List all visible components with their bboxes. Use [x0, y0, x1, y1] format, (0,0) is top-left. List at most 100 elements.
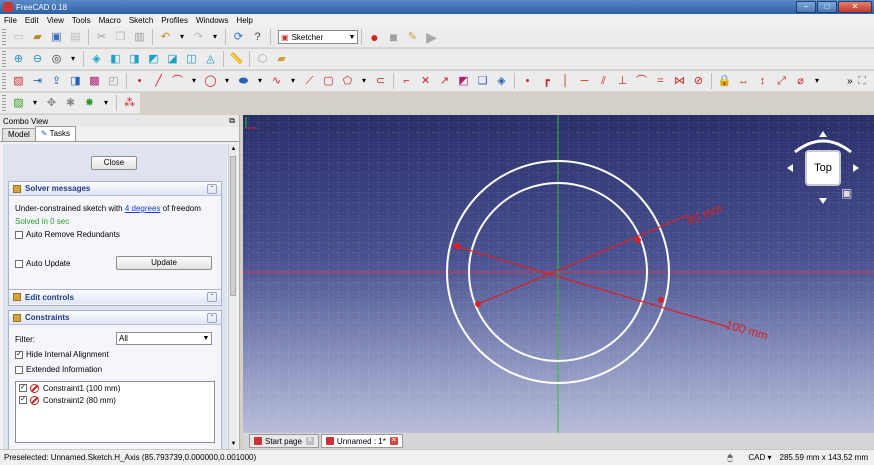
constrain-vertical-distance-icon[interactable]: ↕: [755, 73, 771, 89]
auto-remove-redundants-checkbox[interactable]: Auto Remove Redundants: [15, 230, 120, 239]
close-tab-icon[interactable]: ✕: [389, 437, 398, 445]
select-conflicting-icon[interactable]: ✸: [82, 95, 98, 111]
menu-help[interactable]: Help: [232, 16, 256, 25]
circle-dropdown-icon[interactable]: ▾: [222, 73, 233, 89]
list-item[interactable]: ✓ Constraint1 (100 mm): [16, 382, 214, 394]
undo-icon[interactable]: ↶: [158, 29, 174, 45]
macro-stop-icon[interactable]: ■: [386, 29, 402, 45]
degrees-of-freedom-link[interactable]: 4 degrees: [125, 204, 161, 213]
slot-icon[interactable]: ⊂: [373, 73, 389, 89]
view-left-icon[interactable]: ◬: [203, 51, 219, 67]
redo-dropdown-icon[interactable]: ▾: [210, 29, 221, 45]
close-window-button[interactable]: ✕: [838, 1, 872, 13]
update-button[interactable]: Update: [116, 256, 212, 270]
navigation-cube[interactable]: Top ▣: [787, 131, 859, 204]
view-sketch-icon[interactable]: ⇪: [49, 73, 65, 89]
menu-tools[interactable]: Tools: [68, 16, 95, 25]
scroll-up-icon[interactable]: ▲: [229, 144, 238, 154]
bspline-icon[interactable]: ∿: [269, 73, 285, 89]
view-bottom-icon[interactable]: ◫: [184, 51, 200, 67]
sketch-canvas[interactable]: 100 mm 80 mm: [243, 115, 874, 433]
save-icon[interactable]: ▣: [49, 29, 65, 45]
constrain-symmetric-icon[interactable]: ⋈: [672, 73, 688, 89]
navcube-face[interactable]: Top: [805, 150, 841, 186]
view-isometric-icon[interactable]: ◈: [89, 51, 105, 67]
draw-style-icon[interactable]: ◎: [49, 51, 65, 67]
arc-dropdown-icon[interactable]: ▾: [189, 73, 200, 89]
arc-icon[interactable]: ⌒: [170, 73, 186, 89]
new-sketch-icon[interactable]: ▧: [11, 73, 27, 89]
constrain-lock-icon[interactable]: 🔒: [717, 73, 733, 89]
polygon-dropdown-icon[interactable]: ▾: [359, 73, 370, 89]
snap-icon[interactable]: ⛶: [854, 73, 870, 89]
view-right-icon[interactable]: ◩: [146, 51, 162, 67]
polyline-icon[interactable]: ⟋: [302, 73, 318, 89]
constrain-point-on-object-icon[interactable]: ┏: [539, 73, 555, 89]
refresh-icon[interactable]: ⟳: [231, 29, 247, 45]
constrain-equal-icon[interactable]: =: [653, 73, 669, 89]
float-panel-icon[interactable]: ⧉: [229, 116, 235, 126]
auto-update-checkbox[interactable]: Auto Update: [15, 259, 70, 268]
close-task-button[interactable]: Close: [91, 156, 137, 170]
cut-icon[interactable]: ✂: [94, 29, 110, 45]
menu-file[interactable]: File: [0, 16, 21, 25]
external-geometry-icon[interactable]: ◩: [456, 73, 472, 89]
menu-profiles[interactable]: Profiles: [157, 16, 192, 25]
toolbar-grip[interactable]: [2, 29, 6, 45]
tab-model[interactable]: Model: [2, 128, 36, 141]
toggle-driving-icon[interactable]: ▨: [11, 95, 27, 111]
bspline-tools-icon[interactable]: ⁂: [122, 95, 138, 111]
construction-mode-icon[interactable]: ◈: [494, 73, 510, 89]
measure-icon[interactable]: 📏: [229, 51, 245, 67]
navigation-style-button[interactable]: CAD ▾: [740, 453, 771, 462]
conic-dropdown-icon[interactable]: ▾: [255, 73, 266, 89]
line-icon[interactable]: ╱: [151, 73, 167, 89]
maximize-button[interactable]: □: [817, 1, 837, 13]
view-top-icon[interactable]: ◨: [127, 51, 143, 67]
extended-information-checkbox[interactable]: Extended Information: [15, 365, 102, 374]
tab-tasks[interactable]: ✎ Tasks: [34, 126, 77, 141]
carbon-copy-icon[interactable]: ❏: [475, 73, 491, 89]
toolbar-grip[interactable]: [2, 95, 6, 111]
scroll-thumb[interactable]: [230, 156, 236, 296]
workbench-selector[interactable]: ▣ Sketcher ▼: [278, 30, 358, 44]
view-front-icon[interactable]: ◧: [108, 51, 124, 67]
menu-edit[interactable]: Edit: [21, 16, 43, 25]
constrain-horizontal-icon[interactable]: ─: [577, 73, 593, 89]
view-section-icon[interactable]: ◨: [68, 73, 84, 89]
menu-macro[interactable]: Macro: [95, 16, 125, 25]
trim-icon[interactable]: ✕: [418, 73, 434, 89]
collapse-chevron-icon[interactable]: ⌃: [207, 292, 217, 302]
menu-sketch[interactable]: Sketch: [125, 16, 157, 25]
toolbar-overflow-icon[interactable]: »: [847, 76, 853, 87]
minimize-button[interactable]: –: [796, 1, 816, 13]
menu-windows[interactable]: Windows: [192, 16, 232, 25]
constrain-vertical-icon[interactable]: │: [558, 73, 574, 89]
polygon-icon[interactable]: ⬠: [340, 73, 356, 89]
select-constraints-icon[interactable]: ✱: [63, 95, 79, 111]
rectangle-icon[interactable]: ▢: [321, 73, 337, 89]
macro-run-icon[interactable]: ▶: [424, 29, 440, 45]
circle-icon[interactable]: ◯: [203, 73, 219, 89]
create-group-icon[interactable]: ▰: [274, 51, 290, 67]
constrain-block-icon[interactable]: ⊘: [691, 73, 707, 89]
fit-selection-icon[interactable]: ⊖: [30, 51, 46, 67]
constrain-horizontal-distance-icon[interactable]: ↔: [736, 73, 752, 89]
task-panel-scrollbar[interactable]: ▲ ▼: [228, 144, 237, 449]
map-sketch-icon[interactable]: ▩: [87, 73, 103, 89]
filter-select[interactable]: All ▼: [116, 332, 212, 345]
fit-all-icon[interactable]: ⊕: [11, 51, 27, 67]
constrain-diameter-icon[interactable]: ⌀: [793, 73, 809, 89]
collapse-chevron-icon[interactable]: ⌃: [207, 183, 217, 194]
scroll-down-icon[interactable]: ▼: [229, 439, 238, 449]
collapse-chevron-icon[interactable]: ⌃: [207, 312, 217, 323]
macro-record-icon[interactable]: ●: [367, 29, 383, 45]
create-part-icon[interactable]: ⬡: [255, 51, 271, 67]
copy-icon[interactable]: ❐: [113, 29, 129, 45]
extend-icon[interactable]: ↗: [437, 73, 453, 89]
3d-view[interactable]: 100 mm 80 mm Top ▣: [243, 115, 874, 433]
tab-unnamed[interactable]: Unnamed : 1* ✕: [320, 434, 403, 448]
fillet-icon[interactable]: ⌐: [399, 73, 415, 89]
constrain-tangent-icon[interactable]: ⌒: [634, 73, 650, 89]
constrain-coincident-icon[interactable]: •: [520, 73, 536, 89]
